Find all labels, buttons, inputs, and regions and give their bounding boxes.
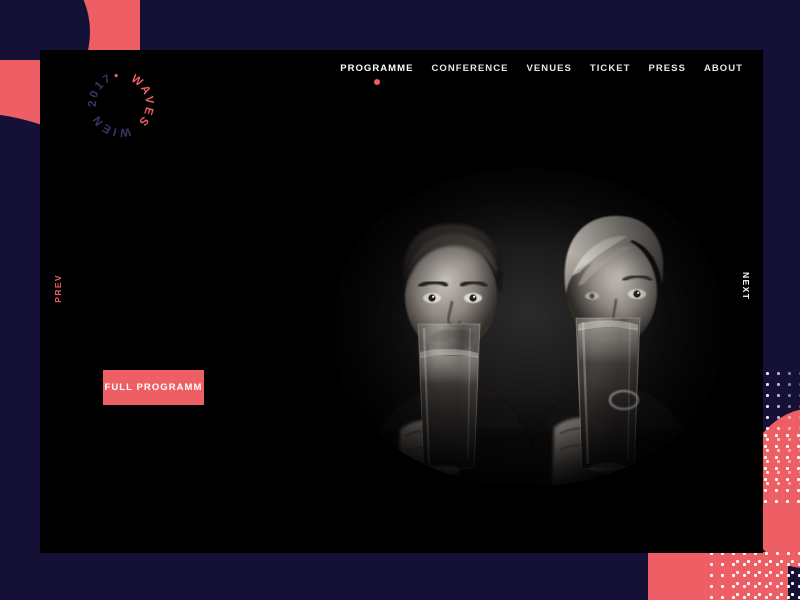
nav-label: PROGRAMME	[340, 63, 414, 74]
nav-label: TICKET	[589, 63, 631, 74]
next-slide-button[interactable]: NEXT	[741, 272, 751, 300]
nav-item-ticket[interactable]: TICKET	[590, 63, 631, 85]
prev-slide-button[interactable]: PREV	[53, 274, 63, 303]
nav-label: ABOUT	[703, 63, 743, 74]
nav-label: PRESS	[648, 63, 686, 74]
nav-label: VENUES	[526, 63, 572, 74]
svg-text:2017: 2017	[87, 72, 115, 107]
svg-text:WIEN: WIEN	[90, 112, 131, 139]
hero-photo-image	[336, 168, 721, 486]
decor-dot-pattern-bottom	[706, 548, 800, 600]
decor-dot-pattern-right-lower	[760, 430, 800, 510]
decor-dot-pattern-right	[762, 368, 800, 488]
hero-panel: WAVES WIEN 2017 • PROGRAMME CONFERENCE V…	[40, 50, 763, 553]
svg-text:•: •	[113, 70, 119, 83]
nav-item-about[interactable]: ABOUT	[704, 63, 743, 85]
full-programm-button[interactable]: FULL PROGRAMM	[103, 370, 204, 405]
nav-item-conference[interactable]: CONFERENCE	[432, 63, 509, 85]
main-navigation[interactable]: PROGRAMME CONFERENCE VENUES TICKET PRESS…	[340, 63, 743, 85]
nav-item-press[interactable]: PRESS	[649, 63, 686, 85]
nav-item-programme[interactable]: PROGRAMME	[340, 63, 413, 85]
waves-wien-logo[interactable]: WAVES WIEN 2017 •	[85, 68, 157, 140]
nav-item-venues[interactable]: VENUES	[527, 63, 572, 85]
svg-text:WAVES: WAVES	[129, 73, 156, 129]
page-root: WAVES WIEN 2017 • PROGRAMME CONFERENCE V…	[0, 0, 800, 600]
nav-active-dot-icon	[373, 79, 380, 85]
decor-dot-pattern-bottom-right	[732, 556, 800, 600]
decor-bottom-coral-blob	[648, 552, 788, 600]
hero-photo	[336, 168, 721, 486]
nav-label: CONFERENCE	[431, 63, 509, 74]
